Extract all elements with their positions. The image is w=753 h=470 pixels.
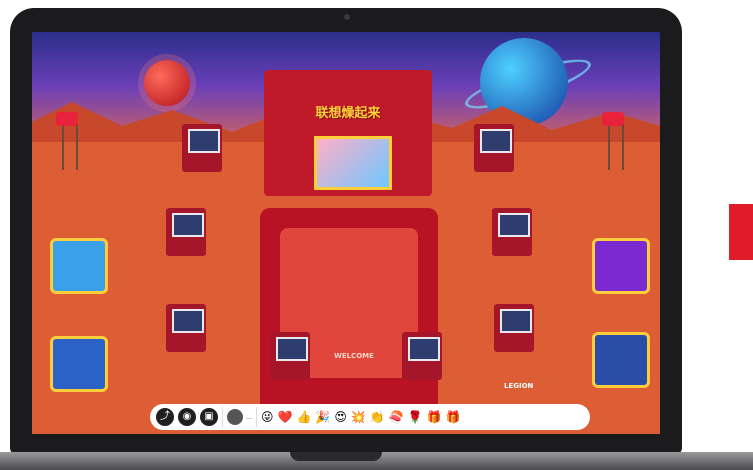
stage-screen [314,136,392,190]
booth-center-right[interactable] [402,332,442,380]
reaction-thumbs-up-icon[interactable]: 👍 [296,410,311,424]
venue-toolbar: ⤴ ◉ ▣ … 😜 ❤️ 👍 🎉 😍 💥 👏 🍣 🌹 🎁 🎁 [150,404,590,430]
booth-screen [188,129,220,153]
booth-left-mid[interactable] [166,208,206,256]
booth-right-top[interactable] [474,124,514,172]
feature-booth-left-top[interactable] [50,238,108,294]
feature-booth-left-bottom[interactable] [50,336,108,392]
reaction-party-icon[interactable]: 🎉 [315,410,330,424]
reaction-gift-icon[interactable]: 🎁 [427,410,442,424]
share-button[interactable]: ⤴ [156,408,174,426]
radio-tower-right [608,122,624,170]
feature-booth-right-bottom[interactable] [592,332,650,388]
booth-screen [172,213,204,237]
webcam [344,14,350,20]
reaction-heart-eyes-icon[interactable]: 😍 [334,410,347,424]
right-sign [602,112,624,126]
avatar [227,409,243,425]
legion-booth-label: LEGION [504,382,534,390]
feature-booth-right-top[interactable] [592,238,650,294]
user-name: … [246,413,252,421]
booth-screen [172,309,204,333]
booth-screen [480,129,512,153]
booth-left-top[interactable] [182,124,222,172]
booth-screen [408,337,440,361]
reaction-sushi-icon[interactable]: 🍣 [389,410,404,424]
virtual-venue-screen: 联想燥起来 WELCOME LEGION ⤴ ◉ ▣ … 😜 ❤️ 👍 🎉 😍 … [32,32,660,434]
red-arrow-shape [729,204,753,260]
booth-screen [500,309,532,333]
laptop-notch [290,452,382,461]
booth-screen [276,337,308,361]
reaction-boom-icon[interactable]: 💥 [351,410,366,424]
camera-button[interactable]: ▣ [200,408,218,426]
booth-right-mid[interactable] [492,208,532,256]
booth-left-bottom[interactable] [166,304,206,352]
radio-tower-left [62,122,78,170]
welcome-floor-text: WELCOME [334,352,374,360]
reaction-heart-icon[interactable]: ❤️ [278,410,293,424]
reaction-rose-icon[interactable]: 🌹 [408,410,423,424]
reaction-clap-icon[interactable]: 👏 [370,410,385,424]
left-sign [56,112,78,126]
booth-right-bottom[interactable] [494,304,534,352]
reaction-tongue-icon[interactable]: 😜 [261,410,274,424]
avatar-menu-button[interactable]: ◉ [178,408,196,426]
user-chip[interactable]: … [222,407,257,427]
laptop-frame: 联想燥起来 WELCOME LEGION ⤴ ◉ ▣ … 😜 ❤️ 👍 🎉 😍 … [10,8,682,454]
booth-screen [498,213,530,237]
reaction-gift-icon[interactable]: 🎁 [446,410,461,424]
booth-center-left[interactable] [270,332,310,380]
stage-title: 联想燥起来 [315,106,381,121]
